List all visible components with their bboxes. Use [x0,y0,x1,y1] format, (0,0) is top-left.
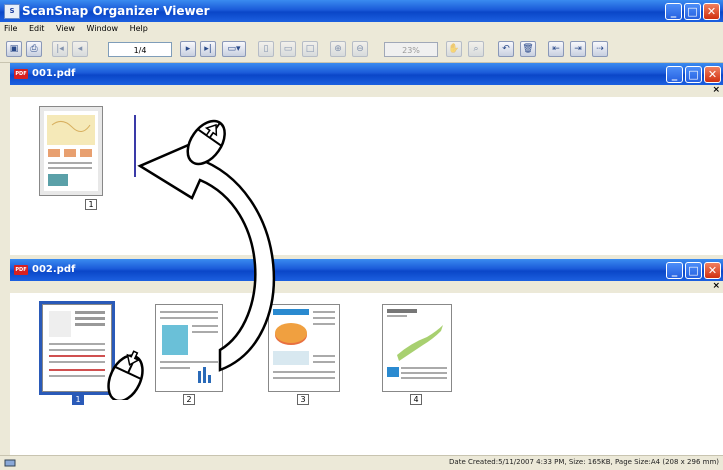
drag-drop-overlay [107,119,275,400]
minimize-icon: _ [671,264,678,277]
page-thumbnail[interactable] [382,304,452,392]
save-icon[interactable]: ▣ [6,41,22,57]
menu-help[interactable]: Help [126,22,153,33]
hand-tool-icon[interactable]: ✋ [446,41,462,57]
document-toolbar-strip-001: × [10,85,723,97]
document-titlebar-001: PDF 001.pdf _ □ ✕ [10,63,723,85]
zoom-level-field[interactable]: 23% [384,42,438,57]
drag-arrow-graphic [137,137,275,372]
last-page-icon[interactable]: ▸| [200,41,216,57]
zoom-out-icon[interactable]: ⊖ [352,41,368,57]
doc-maximize-button[interactable]: □ [685,262,702,279]
document-title-001: 001.pdf [32,68,76,79]
zoom-in-icon[interactable]: ⊕ [330,41,346,57]
doc-minimize-button[interactable]: _ [666,262,683,279]
pdf-icon: PDF [14,265,28,275]
page-preview-graphic [387,309,447,379]
view-mode-icon[interactable]: ▭▾ [222,41,246,57]
fit-page-icon[interactable]: □ [302,41,318,57]
first-page-icon[interactable]: |◂ [52,41,68,57]
menu-window[interactable]: Window [83,22,124,33]
next-page-icon[interactable]: ▸ [180,41,196,57]
menu-edit[interactable]: Edit [25,22,50,33]
document-title-002: 002.pdf [32,264,76,275]
maximize-icon: □ [688,264,699,277]
app-title: ScanSnap Organizer Viewer [22,4,210,18]
page-preview-graphic [44,111,98,191]
page-number-label: 1 [72,394,84,405]
scansnap-app-icon: S [4,4,20,19]
doc-close-button[interactable]: ✕ [704,262,721,279]
status-text: Date Created:5/11/2007 4:33 PM, Size: 16… [449,458,719,466]
maximize-button[interactable]: □ [684,3,701,20]
insert-page-icon[interactable]: ⇤ [548,41,564,57]
page-number-label: 4 [410,394,422,405]
document-window-controls-001: _ □ ✕ [666,66,721,83]
fit-width-icon[interactable]: ▭ [280,41,296,57]
maximize-icon: □ [688,68,699,81]
status-icon [4,459,16,467]
rotate-icon[interactable]: ↶ [498,41,514,57]
append-page-icon[interactable]: ⇥ [570,41,586,57]
minimize-button[interactable]: _ [665,3,682,20]
close-icon: ✕ [707,68,718,81]
status-bar: Date Created:5/11/2007 4:33 PM, Size: 16… [0,455,723,470]
magnifier-tool-icon[interactable]: ⌕ [468,41,484,57]
close-button[interactable]: ✕ [703,3,720,20]
close-pane-icon[interactable]: × [712,85,720,95]
page-number-label: 1 [85,199,97,210]
delete-icon[interactable]: 🗑 [520,41,536,57]
page-thumbnail[interactable] [39,106,103,196]
doc-minimize-button[interactable]: _ [666,66,683,83]
doc-close-button[interactable]: ✕ [704,66,721,83]
document-window-controls-002: _ □ ✕ [666,262,721,279]
close-icon: ✕ [706,5,717,18]
minimize-icon: _ [670,5,677,18]
menubar: File Edit View Window Help [0,22,723,36]
app-titlebar: S ScanSnap Organizer Viewer _ □ ✕ [0,0,723,22]
doc-maximize-button[interactable]: □ [685,66,702,83]
maximize-icon: □ [687,5,698,18]
print-icon[interactable]: ⎙ [26,41,42,57]
mouse-press-graphic [107,350,144,400]
close-icon: ✕ [707,264,718,277]
fit-height-icon[interactable]: ▯ [258,41,274,57]
minimize-icon: _ [671,68,678,81]
pdf-icon: PDF [14,69,28,79]
prev-page-icon[interactable]: ◂ [72,41,88,57]
menu-file[interactable]: File [0,22,22,33]
window-controls: _ □ ✕ [665,3,720,20]
close-pane-icon[interactable]: × [712,281,720,291]
extract-page-icon[interactable]: ⇢ [592,41,608,57]
menu-view[interactable]: View [52,22,80,33]
page-number-field[interactable]: 1/4 [108,42,172,57]
